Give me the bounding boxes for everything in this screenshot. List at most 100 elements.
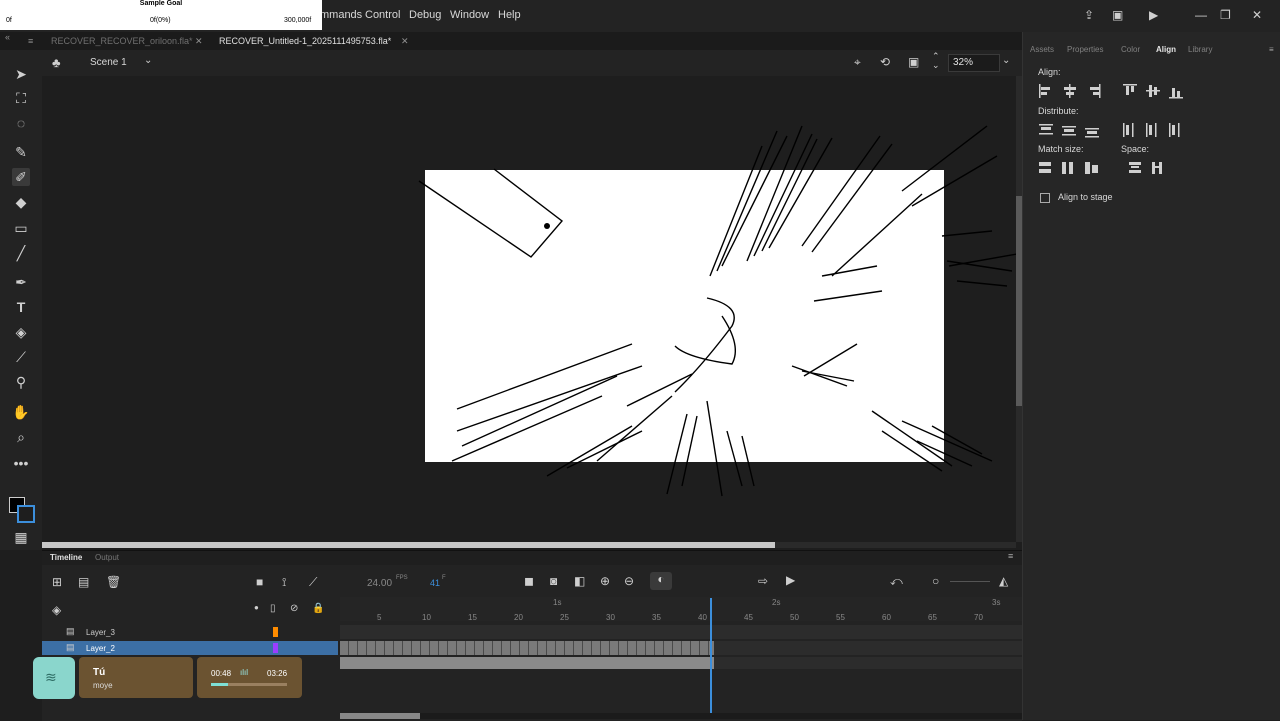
timeline-menu-icon[interactable]: ≡ [1008,551,1013,561]
panel-menu-icon[interactable]: ≡ [1269,45,1274,54]
restore-icon[interactable]: ❐ [1220,8,1231,22]
menu-commands[interactable]: mmands [320,9,362,21]
delete-keyframe-icon[interactable]: ⊖ [624,574,634,588]
zoom-slider-track[interactable] [950,581,990,582]
tab-color[interactable]: Color [1121,45,1140,54]
new-folder-icon[interactable]: ▤ [78,575,89,589]
new-layer-icon[interactable]: ⊞ [52,575,62,589]
frame-span[interactable] [340,657,714,669]
snap-icon[interactable]: ▦ [12,528,30,546]
timeline-scroll-thumb[interactable] [340,713,420,719]
workspace-icon[interactable]: ▣ [1112,8,1123,22]
free-transform-icon[interactable]: ⛶ [12,89,30,107]
eyedropper-icon[interactable]: ⟋ [12,348,30,366]
loop-icon[interactable]: ⇨ [758,574,768,588]
lock-icon[interactable]: 🔒 [312,603,324,614]
graph-icon[interactable]: ⟋ [309,575,317,590]
layer-row-selected[interactable]: ▤ Layer_2 [42,641,338,655]
layer-name[interactable]: Layer_3 [86,628,115,637]
zoom-dropdown-icon[interactable]: ⌄ [1002,55,1010,66]
paint-brush-icon[interactable]: ✎ [12,143,30,161]
rotate-stage-icon[interactable]: ⟲ [880,55,890,69]
show-all-icon[interactable]: ● [254,603,259,612]
fill-color-swatch[interactable] [17,505,35,523]
panel-menu-icon[interactable]: ≡ [28,36,33,46]
stop-icon[interactable]: ◼ [524,574,534,588]
split-icon[interactable]: ◧ [574,574,585,588]
rectangle-icon[interactable]: ▭ [12,219,30,237]
pasteboard[interactable] [42,76,1016,542]
menu-control[interactable]: Control [365,9,400,21]
center-stage-icon[interactable]: ⌖ [854,55,861,70]
brush-tool-icon[interactable]: ✐ [12,168,30,186]
line-tool-icon[interactable]: ╱ [12,244,30,262]
delete-icon[interactable]: 🗑 [106,575,121,589]
hide-icon[interactable]: ⊘ [290,603,298,614]
tab-library[interactable]: Library [1188,45,1212,54]
timeline-scrollbar[interactable] [340,713,1022,719]
zoom-slider-knob[interactable]: ○ [932,574,939,588]
clip-icon[interactable]: ▣ [908,55,919,69]
menu-debug[interactable]: Debug [409,9,441,21]
current-frame[interactable]: 41 [430,578,440,588]
layer-name[interactable]: Layer_2 [86,644,115,653]
pin-icon[interactable]: ⚲ [12,373,30,391]
onion-skin-icon[interactable]: ◐ [650,572,672,590]
zoom-stepper-icon[interactable]: ⌃ ⌄ [932,52,940,70]
tab-assets[interactable]: Assets [1030,45,1054,54]
doc-tab-2-close-icon[interactable]: ✕ [401,36,409,47]
paint-bucket-icon[interactable]: ◈ [12,323,30,341]
fps-value[interactable]: 24.00 [367,578,392,589]
tab-align[interactable]: Align [1156,45,1176,54]
menu-help[interactable]: Help [498,9,521,21]
tab-properties[interactable]: Properties [1067,45,1103,54]
pen-icon[interactable]: ✒ [12,273,30,291]
text-tool-icon[interactable]: T [12,298,30,316]
layer-color-swatch[interactable] [273,643,278,653]
match-size-buttons[interactable] [1038,160,1198,176]
share-icon[interactable]: ⇪ [1084,8,1094,22]
lasso-icon[interactable]: ◌ [12,114,30,132]
selection-tool-icon[interactable]: ➤ [12,65,30,83]
scene-name[interactable]: Scene 1 [90,57,127,68]
camera-icon[interactable]: ■ [256,575,263,589]
layer-row[interactable]: ▤ Layer_3 [42,625,338,639]
play-icon[interactable]: ▶ [786,573,795,587]
zoom-icon[interactable]: ⌕ [12,428,30,446]
parenting-icon[interactable]: ⟟ [282,575,286,590]
menu-window[interactable]: Window [450,9,489,21]
frames-extra[interactable] [340,657,1022,669]
test-movie-icon[interactable]: ▶ [1149,8,1158,22]
collapse-icon[interactable]: « [5,32,10,42]
frame-ruler[interactable]: 1s 2s 3s 5 10 15 20 25 30 35 40 45 50 55… [340,597,1022,622]
progress-track[interactable] [211,683,287,686]
more-tools-icon[interactable]: ••• [12,454,30,472]
outline-icon[interactable]: ▯ [270,603,276,614]
layer-color-swatch[interactable] [273,627,278,637]
horizontal-scroll-thumb[interactable] [42,542,775,548]
undo-icon[interactable]: ⤺ [890,574,903,589]
minimize-icon[interactable]: — [1195,8,1207,22]
doc-tab-2[interactable]: RECOVER_Untitled-1_2025111495753.fla* [219,36,391,46]
hand-icon[interactable]: ✋ [12,403,30,421]
horizontal-scrollbar[interactable] [42,542,1016,548]
tab-timeline[interactable]: Timeline [50,553,82,562]
close-icon[interactable]: ✕ [1252,8,1262,22]
distribute-buttons[interactable] [1038,122,1198,138]
timeline-zoom-icon[interactable]: ◭ [999,574,1008,588]
insert-keyframe-icon[interactable]: ⊕ [600,574,610,588]
zoom-field[interactable]: 32% [948,54,1000,72]
align-buttons[interactable] [1038,83,1198,99]
record-icon[interactable]: ◙ [550,574,557,588]
avatar[interactable]: ≋ [33,657,75,699]
tab-output[interactable]: Output [95,553,119,562]
align-to-stage-checkbox[interactable] [1040,193,1050,203]
frames-layer-3[interactable] [340,625,1022,639]
playhead[interactable] [710,598,712,718]
keyframe-span[interactable] [340,641,714,655]
frames-layer-2[interactable] [340,641,1022,655]
chevron-down-icon[interactable]: ⌄ [144,55,152,66]
eraser-icon[interactable]: ◆ [12,193,30,211]
doc-tab-1[interactable]: RECOVER_RECOVER_oriloon.fla* [51,36,193,46]
doc-tab-1-close-icon[interactable]: ✕ [195,36,203,47]
